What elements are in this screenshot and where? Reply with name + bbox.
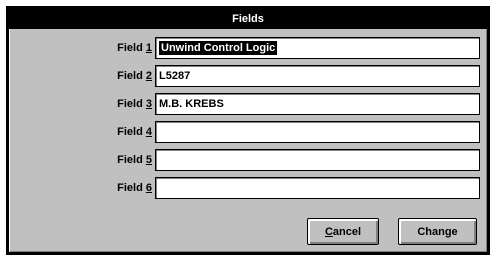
dialog-title: Fields	[232, 13, 264, 25]
field-row-6: Field 6	[9, 176, 487, 200]
field-6-label: Field 6	[117, 182, 152, 194]
field-4-label: Field 4	[117, 126, 152, 138]
field-2-input[interactable]: L5287	[155, 65, 480, 87]
field-row-3: Field 3 M.B. KREBS	[9, 92, 487, 116]
field-4-input[interactable]	[155, 121, 480, 143]
field-5-label: Field 5	[117, 154, 152, 166]
field-row-2: Field 2 L5287	[9, 64, 487, 88]
field-3-label: Field 3	[117, 98, 152, 110]
cancel-button[interactable]: Cancel	[307, 218, 379, 245]
field-3-input[interactable]: M.B. KREBS	[155, 93, 480, 115]
field-1-label: Field 1	[117, 42, 152, 54]
field-row-1: Field 1 Unwind Control Logic	[9, 36, 487, 60]
field-6-input[interactable]	[155, 177, 480, 199]
field-1-value: Unwind Control Logic	[159, 41, 278, 55]
field-2-value: L5287	[159, 70, 191, 82]
field-5-input[interactable]	[155, 149, 480, 171]
field-3-value: M.B. KREBS	[159, 98, 224, 110]
field-row-5: Field 5	[9, 148, 487, 172]
field-1-input[interactable]: Unwind Control Logic	[155, 37, 480, 59]
fields-dialog: Fields Field 1 Unwind Control Logic Fiel…	[6, 6, 490, 255]
field-row-4: Field 4	[9, 120, 487, 144]
field-2-label: Field 2	[117, 70, 152, 82]
dialog-title-bar[interactable]: Fields	[9, 9, 487, 29]
change-button[interactable]: Change	[398, 218, 477, 245]
